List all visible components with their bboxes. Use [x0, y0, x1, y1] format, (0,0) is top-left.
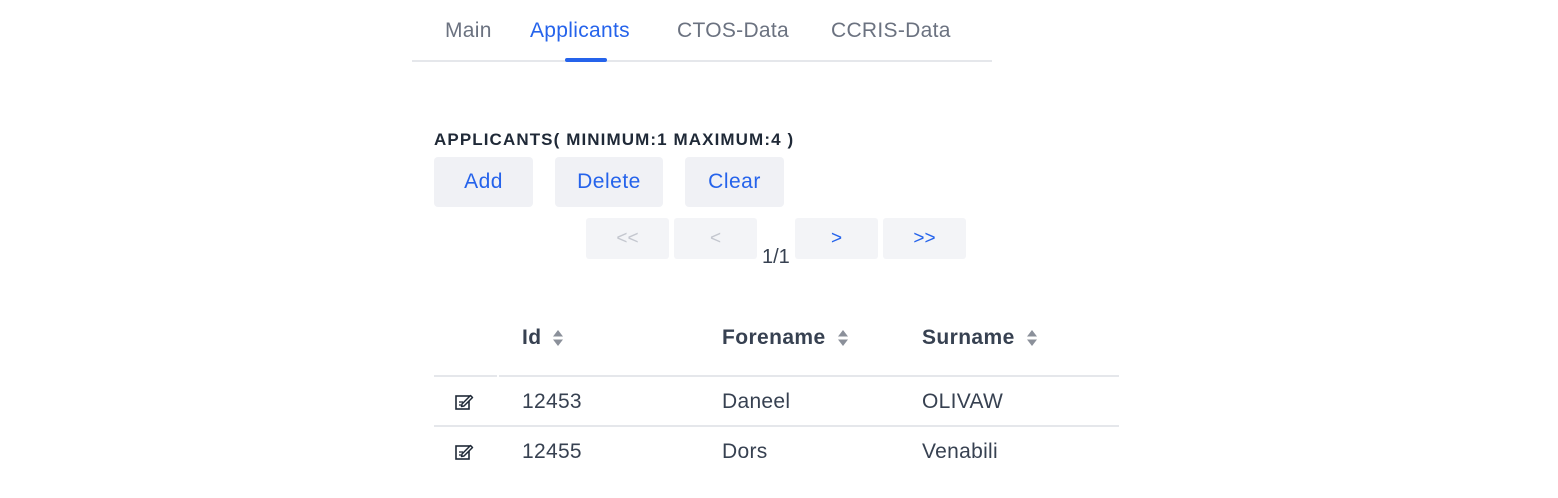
tab-ctos-data[interactable]: CTOS-Data	[677, 19, 789, 43]
last-page-button[interactable]: >>	[883, 218, 966, 259]
cell-forename: Dors	[722, 440, 768, 463]
delete-button[interactable]: Delete	[555, 157, 663, 207]
cell-id: 12455	[522, 440, 582, 463]
tab-main[interactable]: Main	[445, 19, 492, 43]
cell-forename: Daneel	[722, 390, 791, 413]
prev-page-button[interactable]: <	[674, 218, 757, 259]
column-header-label: Forename	[722, 326, 826, 349]
tab-ccris-data[interactable]: CCRIS-Data	[831, 19, 951, 43]
section-title: APPLICANTS( MINIMUM:1 MAXIMUM:4 )	[434, 130, 795, 149]
column-header-forename[interactable]: Forename	[722, 326, 849, 350]
column-header-id[interactable]: Id	[522, 326, 564, 350]
tab-applicants[interactable]: Applicants	[530, 19, 630, 43]
sort-icon[interactable]	[837, 329, 849, 347]
tab-bar: Main Applicants CTOS-Data CCRIS-Data	[412, 0, 992, 62]
cell-surname: Venabili	[922, 440, 998, 463]
table-row-divider	[434, 425, 1119, 427]
cell-surname: OLIVAW	[922, 390, 1004, 413]
cell-id: 12453	[522, 390, 582, 413]
column-header-label: Id	[522, 326, 542, 349]
edit-icon[interactable]	[454, 442, 474, 462]
column-header-label: Surname	[922, 326, 1015, 349]
column-header-surname[interactable]: Surname	[922, 326, 1038, 350]
edit-icon[interactable]	[454, 392, 474, 412]
table-header-divider	[434, 375, 1119, 377]
sort-icon[interactable]	[552, 329, 564, 347]
add-button[interactable]: Add	[434, 157, 533, 207]
clear-button[interactable]: Clear	[685, 157, 784, 207]
next-page-button[interactable]: >	[795, 218, 878, 259]
first-page-button[interactable]: <<	[586, 218, 669, 259]
page-indicator: 1/1	[762, 246, 790, 268]
page: Main Applicants CTOS-Data CCRIS-Data APP…	[0, 0, 1558, 498]
column-divider	[497, 375, 499, 377]
active-tab-indicator	[565, 58, 607, 62]
sort-icon[interactable]	[1026, 329, 1038, 347]
